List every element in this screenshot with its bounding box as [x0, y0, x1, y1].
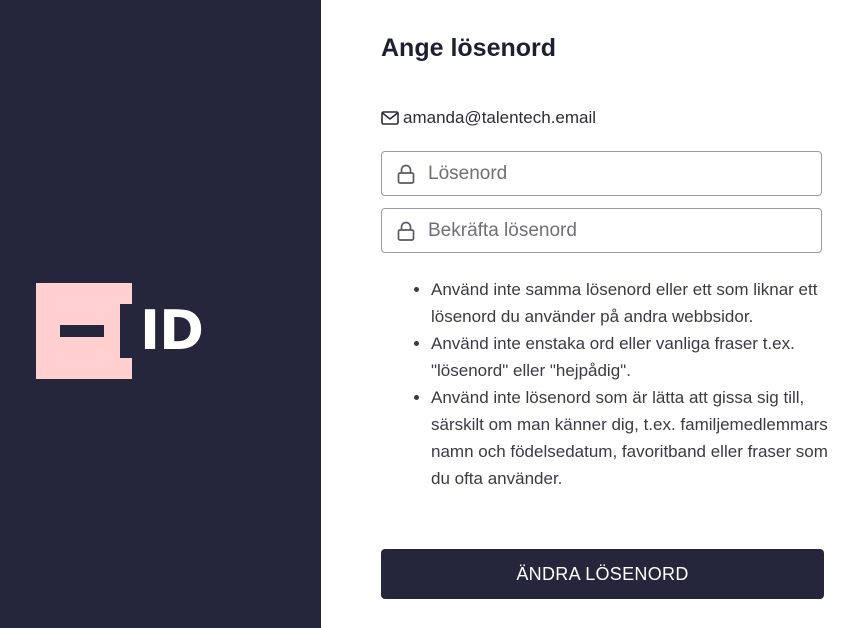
logo-text: ID [140, 299, 204, 362]
lock-icon [397, 164, 415, 184]
email-text: amanda@talentech.email [403, 108, 597, 127]
page-title: Ange lösenord [381, 34, 557, 62]
logo: ID [36, 283, 204, 379]
logo-mark [36, 283, 132, 379]
envelope-icon [381, 111, 399, 125]
page: ID Ange lösenord amanda@talentech.email [0, 0, 863, 628]
password-rule: Använd inte samma lösenord eller ett som… [431, 276, 831, 330]
confirm-password-field-wrapper[interactable] [381, 208, 822, 253]
logo-mark-bar-vertical [120, 304, 132, 358]
brand-panel: ID [0, 0, 321, 628]
password-input[interactable] [428, 162, 798, 185]
email-display: amanda@talentech.email [381, 108, 596, 128]
password-rule: Använd inte enstaka ord eller vanliga fr… [431, 330, 831, 384]
password-rule: Använd inte lösenord som är lätta att gi… [431, 384, 831, 492]
lock-icon [397, 221, 415, 241]
password-field-wrapper[interactable] [381, 151, 822, 196]
confirm-password-input[interactable] [428, 219, 798, 242]
change-password-button[interactable]: ÄNDRA LÖSENORD [381, 549, 824, 599]
form-panel: Ange lösenord amanda@talentech.email An [321, 0, 863, 628]
password-rules-list: Använd inte samma lösenord eller ett som… [381, 276, 831, 492]
logo-mark-bar-horizontal [60, 325, 104, 337]
